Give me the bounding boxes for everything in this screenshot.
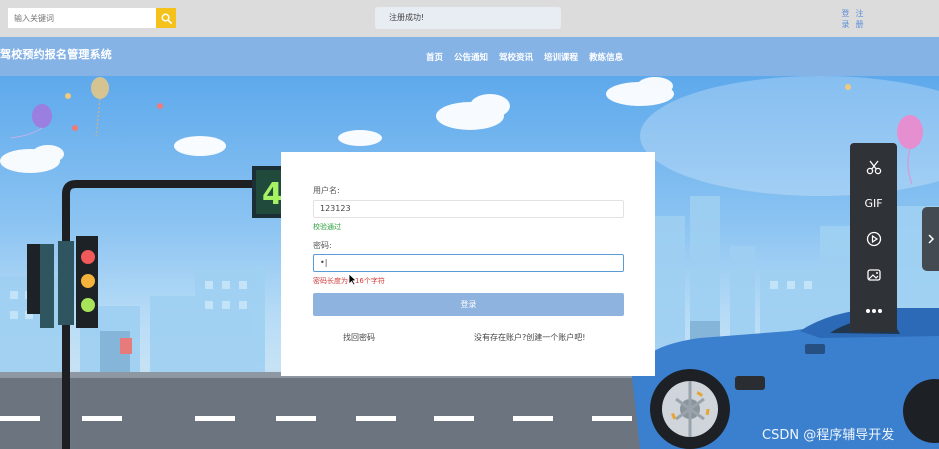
mouse-cursor-icon (348, 273, 357, 286)
nav-item-news[interactable]: 驾校资讯 (499, 51, 533, 63)
record-button[interactable] (850, 221, 897, 257)
traffic-counter: 4 (262, 177, 283, 212)
gif-button[interactable]: GIF (850, 185, 897, 221)
watermark: CSDN @程序辅导开发 (762, 428, 895, 443)
nav-item-coaches[interactable]: 教练信息 (589, 51, 623, 63)
chevron-right-icon (927, 234, 934, 244)
site-title: 驾校预约报名管理系统 (0, 48, 112, 61)
search-button[interactable] (156, 8, 176, 28)
username-validation-message: 校验通过 (313, 223, 341, 231)
forgot-password-link[interactable]: 找回密码 (343, 332, 375, 343)
username-input[interactable]: 123123 (313, 200, 624, 218)
scissors-button[interactable] (850, 149, 897, 185)
play-icon (866, 231, 881, 247)
nav-bar: 驾校预约报名管理系统 首页 公告通知 驾校资讯 培训课程 教练信息 (0, 37, 939, 76)
login-link[interactable]: 登录 (841, 8, 850, 30)
floating-toolbar: GIF (850, 143, 897, 332)
register-link[interactable]: 注册 (855, 8, 864, 30)
main-nav: 首页 公告通知 驾校资讯 培训课程 教练信息 (426, 51, 634, 63)
login-card: 用户名: 123123 校验通过 密码: •| 密码长度为6-16个字符 登录 … (281, 152, 655, 376)
more-icon (865, 309, 882, 313)
more-button[interactable] (850, 293, 897, 329)
nav-item-notices[interactable]: 公告通知 (454, 51, 488, 63)
image-icon (866, 269, 881, 281)
side-expand-tab[interactable] (922, 207, 939, 271)
search-icon (161, 13, 172, 24)
login-submit-button[interactable]: 登录 (313, 293, 624, 316)
top-bar: 注册成功! 登录 注册 (0, 0, 939, 37)
password-input[interactable]: •| (313, 254, 624, 272)
success-toast: 注册成功! (375, 7, 561, 29)
nav-item-courses[interactable]: 培训课程 (544, 51, 578, 63)
username-label: 用户名: (313, 186, 340, 195)
scissors-icon (866, 160, 881, 175)
password-label: 密码: (313, 241, 332, 250)
search-input[interactable] (8, 8, 156, 28)
create-account-link[interactable]: 没有存在账户?创建一个账户吧! (474, 332, 585, 343)
auth-links: 登录 注册 (841, 8, 867, 30)
search-box (8, 8, 176, 28)
nav-item-home[interactable]: 首页 (426, 51, 443, 63)
image-button[interactable] (850, 257, 897, 293)
gif-label: GIF (864, 196, 883, 210)
